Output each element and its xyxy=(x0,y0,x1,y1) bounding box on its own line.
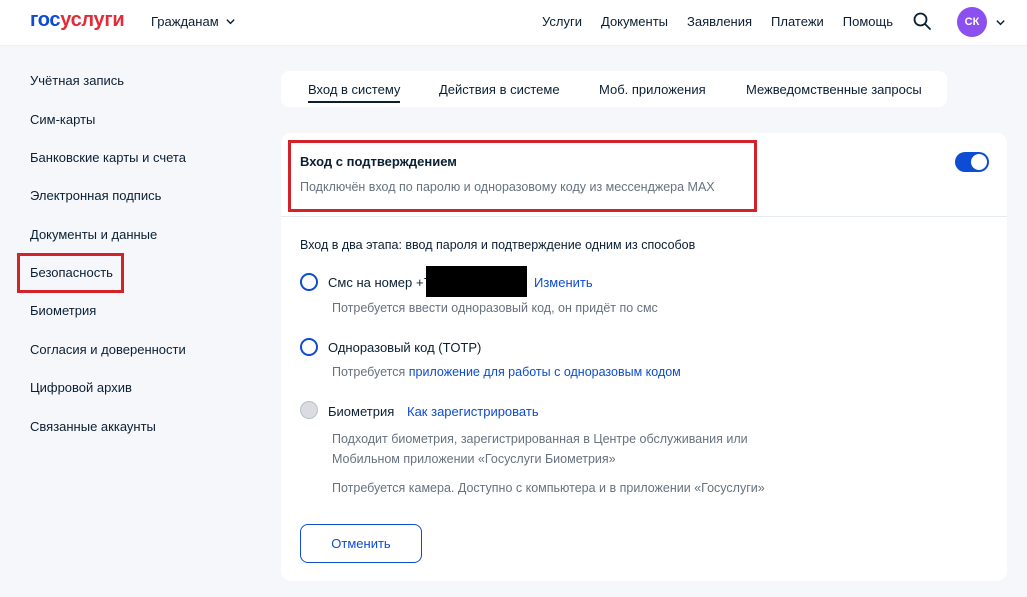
nav-help[interactable]: Помощь xyxy=(843,14,893,29)
totp-radio[interactable] xyxy=(300,338,318,356)
gosuslugi-logo[interactable]: госуслуги xyxy=(30,9,125,32)
sidebar-item-bank-cards[interactable]: Банковские карты и счета xyxy=(30,150,186,165)
audience-label: Гражданам xyxy=(151,14,219,29)
nav-applications[interactable]: Заявления xyxy=(687,14,752,29)
audience-selector[interactable]: Гражданам xyxy=(151,14,236,29)
redacted-phone-number xyxy=(426,266,527,297)
sidebar-item-linked-accounts[interactable]: Связанные аккаунты xyxy=(30,419,156,434)
totp-hint-prefix: Потребуется xyxy=(332,365,406,379)
sidebar-item-sim-cards[interactable]: Сим-карты xyxy=(30,112,95,127)
tabs-bar: Вход в систему Действия в системе Моб. п… xyxy=(281,71,947,107)
sidebar-item-e-signature[interactable]: Электронная подпись xyxy=(30,188,161,203)
toggle-knob xyxy=(971,154,987,170)
sms-label: Смс на номер xyxy=(328,275,413,290)
top-header: госуслуги Гражданам Услуги Документы Зая… xyxy=(0,0,1027,46)
search-icon[interactable] xyxy=(912,11,932,31)
login-settings-card: Вход с подтверждением Подключён вход по … xyxy=(281,133,1007,581)
sms-hint: Потребуется ввести одноразовый код, он п… xyxy=(332,301,658,315)
chevron-down-icon xyxy=(225,19,235,25)
totp-label: Одноразовый код (TOTP) xyxy=(328,340,482,355)
totp-app-link[interactable]: приложение для работы с одноразовым кодо… xyxy=(409,365,681,379)
card-divider xyxy=(281,216,1007,217)
biometry-hint-line3: Потребуется камера. Доступно с компьютер… xyxy=(332,481,765,495)
login-confirmation-toggle[interactable] xyxy=(955,152,989,172)
totp-hint: Потребуется приложение для работы с одно… xyxy=(332,365,681,379)
sms-radio[interactable] xyxy=(300,273,318,291)
sidebar-item-biometry[interactable]: Биометрия xyxy=(30,303,96,318)
login-confirmation-title: Вход с подтверждением xyxy=(300,154,457,169)
nav-documents[interactable]: Документы xyxy=(601,14,668,29)
sidebar-item-digital-archive[interactable]: Цифровой архив xyxy=(30,380,132,395)
top-navigation: Услуги Документы Заявления Платежи Помощ… xyxy=(542,14,893,29)
biometry-radio xyxy=(300,401,318,419)
sidebar-item-security[interactable]: Безопасность xyxy=(30,265,113,280)
login-confirmation-description: Подключён вход по паролю и одноразовому … xyxy=(300,180,715,194)
tab-interagency-requests[interactable]: Межведомственные запросы xyxy=(746,82,922,97)
cancel-button[interactable]: Отменить xyxy=(300,524,422,563)
logo-part-uslugi: услуги xyxy=(60,9,125,31)
nav-services[interactable]: Услуги xyxy=(542,14,582,29)
sidebar-item-consents[interactable]: Согласия и доверенности xyxy=(30,342,186,357)
biometry-hint-line1: Подходит биометрия, зарегистрированная в… xyxy=(332,432,748,446)
chevron-down-icon[interactable] xyxy=(995,17,1006,28)
change-phone-link[interactable]: Изменить xyxy=(534,275,593,290)
tab-mobile-apps[interactable]: Моб. приложения xyxy=(599,82,706,97)
sidebar-item-account[interactable]: Учётная запись xyxy=(30,73,124,88)
logo-part-gos: гос xyxy=(30,9,61,31)
tab-login[interactable]: Вход в систему xyxy=(308,82,401,103)
biometry-register-link[interactable]: Как зарегистрировать xyxy=(407,404,539,419)
nav-payments[interactable]: Платежи xyxy=(771,14,824,29)
biometry-hint-line2: Мобильном приложении «Госуслуги Биометри… xyxy=(332,452,616,466)
two-step-text: Вход в два этапа: ввод пароля и подтверж… xyxy=(300,238,696,252)
tab-actions[interactable]: Действия в системе xyxy=(439,82,560,97)
avatar[interactable]: СК xyxy=(957,7,987,37)
biometry-label: Биометрия xyxy=(328,404,395,419)
sidebar-item-documents[interactable]: Документы и данные xyxy=(30,227,157,242)
